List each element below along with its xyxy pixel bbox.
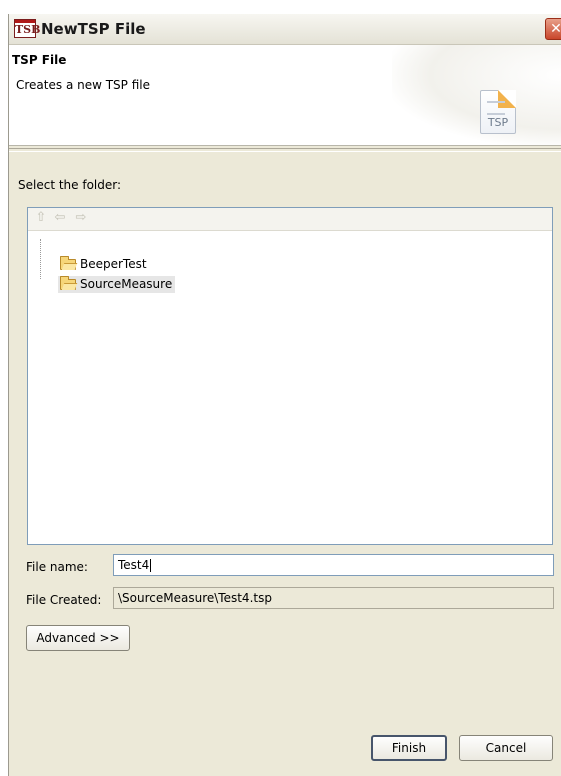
file-name-input[interactable]: Test4 (113, 554, 554, 576)
tsb-app-icon: TSB (14, 19, 40, 38)
tree-item-sourcemeasure[interactable]: SourceMeasure (58, 276, 176, 293)
header-separator (9, 148, 561, 152)
tree-item-beepertest[interactable]: BeeperTest (58, 256, 150, 273)
finish-button[interactable]: Finish (371, 735, 447, 761)
advanced-button[interactable]: Advanced >> (26, 625, 130, 651)
forward-arrow-icon[interactable]: ⇨ (73, 210, 89, 226)
tree-item-label: SourceMeasure (80, 277, 173, 291)
title-bar[interactable]: TSB NewTSP File ✕ (9, 14, 561, 45)
tree-item-label: BeeperTest (80, 257, 147, 271)
close-button[interactable]: ✕ (545, 18, 561, 40)
tsp-file-icon-label: TSP (487, 116, 509, 129)
cancel-button[interactable]: Cancel (459, 735, 553, 761)
file-name-value: Test4 (118, 558, 150, 572)
tsp-file-icon: TSP (480, 90, 516, 134)
back-arrow-icon[interactable]: ⇦ (52, 210, 68, 226)
wizard-page-description: Creates a new TSP file (16, 78, 150, 92)
new-tsp-file-dialog: TSB NewTSP File ✕ TSP File Creates a new… (8, 14, 561, 776)
header-decoration (392, 45, 561, 145)
file-name-label: File name: (26, 560, 88, 574)
text-caret (150, 559, 152, 572)
file-created-value: \SourceMeasure\Test4.tsp (118, 591, 272, 605)
wizard-page-title: TSP File (12, 53, 67, 67)
file-created-field: \SourceMeasure\Test4.tsp (113, 587, 554, 609)
select-folder-label: Select the folder: (18, 178, 122, 192)
folder-icon (60, 256, 76, 270)
close-icon: ✕ (550, 21, 561, 37)
wizard-header: TSP File Creates a new TSP file TSP (9, 45, 561, 146)
tree-guide-lines (40, 239, 51, 279)
folder-tree[interactable]: ⇧ ⇦ ⇨ BeeperTest SourceMeasure (27, 207, 553, 545)
file-created-label: File Created: (26, 593, 102, 607)
up-folder-icon[interactable]: ⇧ (33, 210, 49, 226)
folder-tree-toolbar: ⇧ ⇦ ⇨ (28, 208, 552, 231)
window-title: NewTSP File (41, 20, 146, 38)
folder-icon (60, 276, 76, 290)
